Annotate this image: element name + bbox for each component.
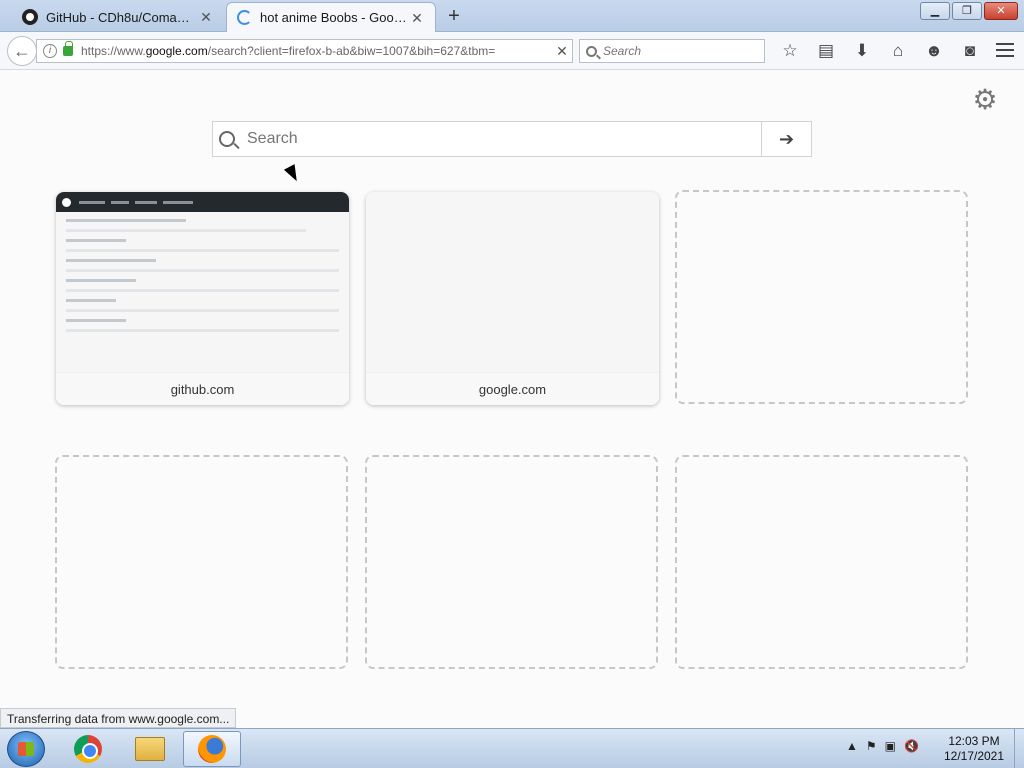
thumb-bar	[163, 200, 193, 204]
tab-title: hot anime Boobs - Google ...	[260, 10, 409, 25]
taskbar-chrome[interactable]	[59, 731, 117, 767]
empty-tile	[675, 455, 968, 669]
search-go-button[interactable]: ➔	[761, 122, 811, 156]
bookmark-star-icon[interactable]: ☆	[772, 40, 808, 62]
url-bar[interactable]: i https://www.google.com/search?client=f…	[36, 39, 573, 63]
loading-spinner-icon	[237, 10, 252, 25]
firefox-icon	[198, 735, 226, 763]
tab-google-search[interactable]: hot anime Boobs - Google ... ✕	[226, 2, 436, 32]
search-bar[interactable]	[579, 39, 765, 63]
start-button[interactable]	[7, 731, 45, 767]
show-desktop-button[interactable]	[1014, 729, 1024, 768]
system-tray: ▲ ⚑ ▣ 🔇	[846, 739, 919, 753]
chrome-icon	[74, 735, 102, 763]
thumb-line	[66, 239, 126, 242]
search-icon	[586, 45, 597, 57]
thumb-line	[66, 319, 126, 322]
close-window-button[interactable]: ✕	[984, 2, 1018, 20]
url-domain: google.com	[145, 44, 208, 58]
network-icon[interactable]: ▣	[885, 739, 896, 753]
tile-thumbnail	[56, 192, 349, 372]
empty-tile	[675, 190, 968, 404]
top-site-tile-google[interactable]: google.com	[366, 192, 659, 405]
github-thumb-header	[56, 192, 349, 212]
tile-label: github.com	[56, 372, 349, 405]
tab-github[interactable]: GitHub - CDh8u/ComaNo:... ✕	[12, 2, 224, 32]
hamburger-menu-icon[interactable]	[996, 43, 1014, 57]
gear-icon[interactable]: ⚙	[972, 86, 998, 114]
lock-icon	[63, 41, 73, 56]
home-icon[interactable]: ⌂	[880, 40, 916, 62]
new-tab-page: ⚙ ➔	[0, 71, 1024, 708]
thumb-line	[66, 329, 339, 332]
status-bar: Transferring data from www.google.com...	[0, 708, 237, 728]
minimize-button[interactable]: ▁	[920, 2, 950, 20]
toolbar-icons: ☆ ▤ ⬇ ⌂ ☻ ◙	[772, 40, 988, 62]
thumb-line	[66, 269, 339, 272]
top-site-tile-github[interactable]: github.com	[56, 192, 349, 405]
info-icon[interactable]: i	[43, 44, 57, 58]
pocket-icon[interactable]: ◙	[952, 40, 988, 62]
thumb-line	[66, 249, 339, 252]
thumb-bar	[135, 200, 157, 204]
taskbar-firefox[interactable]	[183, 731, 241, 767]
search-input[interactable]	[603, 44, 753, 58]
thumb-bar	[111, 200, 129, 204]
url-rest: /search?client=firefox-b-ab&biw=1007&bih…	[207, 44, 496, 58]
github-logo-icon	[62, 197, 71, 207]
url-prefix: https://www.	[81, 44, 146, 58]
clock[interactable]: 12:03 PM 12/17/2021	[936, 734, 1012, 764]
thumb-line	[66, 289, 339, 292]
back-button[interactable]: ←	[7, 36, 37, 66]
window-controls: ▁ ❐ ✕	[920, 2, 1018, 20]
thumb-line	[66, 259, 156, 262]
clock-time: 12:03 PM	[948, 734, 1000, 748]
tab-strip: GitHub - CDh8u/ComaNo:... ✕ hot anime Bo…	[0, 0, 1024, 32]
thumb-line	[66, 309, 339, 312]
tab-close-icon[interactable]: ✕	[198, 9, 214, 25]
empty-tile	[365, 455, 658, 669]
action-center-flag-icon[interactable]: ⚑	[866, 739, 877, 753]
url-text[interactable]: https://www.google.com/search?client=fir…	[81, 44, 552, 58]
clock-date: 12/17/2021	[943, 749, 1005, 763]
taskbar: ▲ ⚑ ▣ 🔇 12:03 PM 12/17/2021	[0, 728, 1024, 768]
newtab-search-box: ➔	[212, 121, 812, 157]
thumb-line	[66, 299, 116, 302]
navigation-toolbar: ← i https://www.google.com/search?client…	[0, 32, 1024, 70]
mouse-cursor-icon	[283, 164, 303, 184]
folder-icon	[135, 737, 165, 761]
newtab-search-input[interactable]	[247, 122, 761, 156]
maximize-button[interactable]: ❐	[952, 2, 982, 20]
empty-tile	[55, 455, 348, 669]
search-icon	[219, 131, 235, 147]
thumb-bar	[79, 200, 105, 204]
downloads-icon[interactable]: ⬇	[844, 40, 880, 62]
tab-close-icon[interactable]: ✕	[409, 10, 425, 26]
thumb-line	[66, 279, 136, 282]
tray-expand-icon[interactable]: ▲	[846, 739, 858, 753]
volume-muted-icon[interactable]: 🔇	[904, 739, 919, 753]
search-icon-wrap	[213, 122, 247, 156]
tab-title: GitHub - CDh8u/ComaNo:...	[46, 9, 198, 25]
tile-label: google.com	[366, 372, 659, 405]
tile-thumbnail	[366, 192, 659, 372]
thumb-line	[66, 229, 306, 232]
taskbar-explorer[interactable]	[121, 731, 179, 767]
url-clear-icon[interactable]: ✕	[552, 43, 572, 60]
new-tab-button[interactable]: +	[442, 4, 466, 28]
thumb-line	[66, 219, 186, 222]
github-icon	[22, 9, 38, 25]
hello-icon[interactable]: ☻	[916, 40, 952, 62]
reading-list-icon[interactable]: ▤	[808, 40, 844, 62]
